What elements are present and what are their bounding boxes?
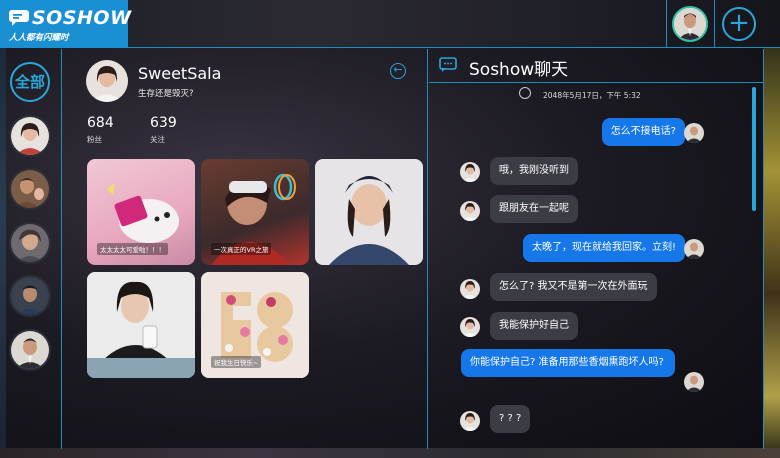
message-bubble-incoming[interactable]: ? ? ? (490, 405, 531, 433)
chat-panel: Soshow聊天 2048年5月17日，下午 5:32 怎么不接电话? 哦，我刚… (429, 49, 764, 449)
man-avatar-icon (674, 8, 706, 40)
sender-avatar (460, 411, 480, 431)
following-stat[interactable]: 639 关注 (150, 115, 177, 145)
clock-icon (519, 87, 531, 99)
divider (666, 0, 667, 48)
post-tile[interactable]: 一次真正的VR之旅 (201, 159, 309, 265)
contact-avatar[interactable] (9, 275, 51, 317)
sender-avatar (460, 279, 480, 299)
post-tile[interactable]: 太太太太可爱啦！！！ (87, 159, 195, 265)
sender-avatar (460, 317, 480, 337)
chat-header: Soshow聊天 (429, 49, 764, 83)
person-avatar-icon (11, 224, 49, 262)
app-name: SOSHOW (32, 7, 132, 29)
portrait-cap-image (329, 176, 409, 265)
message-bubble-outgoing[interactable]: 你能保护自己? 准备用那些香烟熏跑坏人吗? (461, 349, 675, 377)
woman-avatar-icon (11, 117, 49, 155)
message-bubble-outgoing[interactable]: 怎么不接电话? (601, 118, 685, 146)
post-tile[interactable] (87, 272, 195, 378)
chat-icon (439, 57, 457, 72)
scrollbar[interactable] (752, 87, 756, 211)
sender-avatar (460, 162, 480, 182)
contact-avatar[interactable] (9, 115, 51, 157)
sender-avatar (684, 372, 704, 392)
contact-avatar[interactable] (9, 222, 51, 264)
add-button[interactable]: + (722, 7, 756, 41)
divider (714, 0, 715, 48)
app-slogan: 人人都有闪耀时 (9, 33, 69, 43)
man-avatar-icon (11, 331, 49, 369)
chat-bubble-logo-icon (9, 10, 29, 26)
message-bubble-incoming[interactable]: 怎么了? 我又不是第一次在外面玩 (490, 273, 657, 301)
all-contacts-button[interactable]: 全部 (10, 62, 50, 102)
man-avatar-icon (11, 170, 49, 208)
followers-label: 粉丝 (87, 135, 102, 144)
chat-title: Soshow聊天 (469, 60, 569, 80)
profile-name: SweetSala (138, 64, 222, 83)
contact-avatar[interactable] (9, 329, 51, 371)
message-bubble-incoming[interactable]: 哦，我刚没听到 (490, 157, 578, 185)
contact-avatar[interactable] (9, 168, 51, 210)
following-count: 639 (150, 115, 177, 131)
man-avatar-icon (11, 277, 49, 315)
followers-stat[interactable]: 684 粉丝 (87, 115, 114, 145)
post-caption: 太太太太可爱啦！！！ (97, 243, 168, 255)
chat-timestamp: 2048年5月17日，下午 5:32 (543, 91, 641, 100)
profile-bio: 生存还是毁灭? (138, 89, 194, 99)
background-city-lights (764, 48, 780, 458)
followers-count: 684 (87, 115, 114, 131)
top-bar: SOSHOW 人人都有闪耀时 + (0, 0, 780, 48)
background-bottom (0, 448, 780, 458)
message-bubble-outgoing[interactable]: 太晚了，现在就给我回家。立刻! (522, 234, 685, 262)
profile-panel: SweetSala 生存还是毁灭? ← 684 粉丝 639 关注 太太太太可爱… (62, 49, 428, 449)
message-bubble-incoming[interactable]: 跟朋友在一起呢 (490, 195, 578, 223)
contact-rail: 全部 (0, 49, 62, 449)
sender-avatar (684, 123, 704, 143)
post-tile[interactable] (315, 159, 423, 265)
following-label: 关注 (150, 135, 165, 144)
current-user-avatar[interactable] (672, 6, 708, 42)
arrow-left-circle-icon[interactable]: ← (390, 63, 406, 79)
profile-avatar[interactable] (86, 60, 128, 102)
post-tile[interactable]: 祝我生日快乐~ (201, 272, 309, 378)
app-logo[interactable]: SOSHOW 人人都有闪耀时 (0, 0, 131, 48)
post-caption: 一次真正的VR之旅 (211, 243, 272, 255)
woman-cup-image (87, 272, 195, 378)
woman-avatar-icon (86, 60, 128, 102)
post-caption: 祝我生日快乐~ (211, 356, 262, 368)
sender-avatar (460, 201, 480, 221)
message-bubble-incoming[interactable]: 我能保护好自己 (490, 312, 578, 340)
sender-avatar (684, 239, 704, 259)
